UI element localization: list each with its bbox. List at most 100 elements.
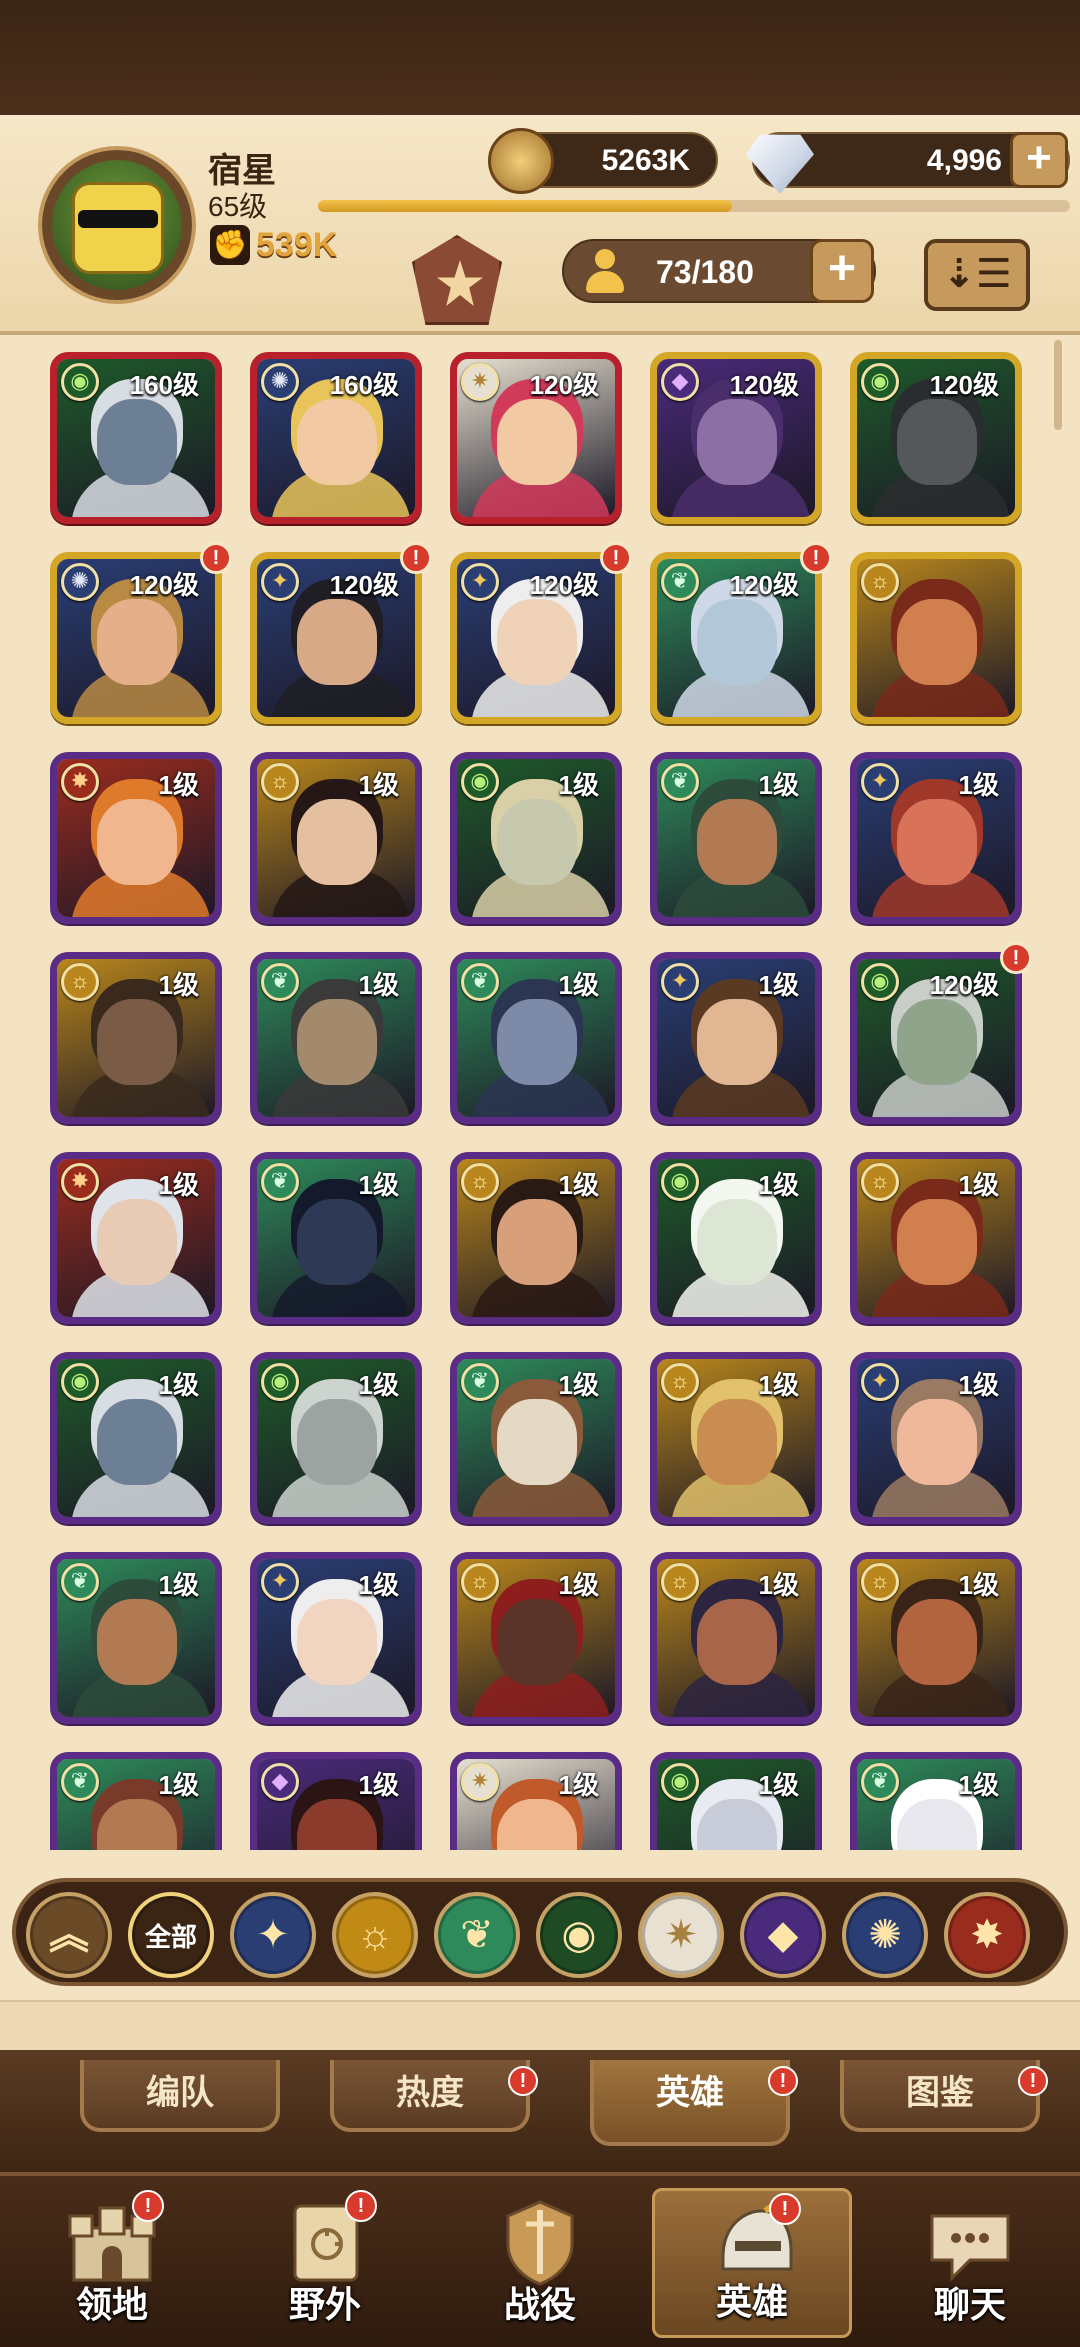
nav-item-3[interactable]: 英雄! — [652, 2188, 852, 2338]
filter-collapse-icon: ︽ — [49, 1913, 89, 1957]
hero-card[interactable]: ✷ 1级 — [450, 1752, 622, 1850]
hero-card[interactable]: ◉ 120级! — [850, 942, 1032, 1124]
hero-card[interactable]: ❦ 1级 — [250, 952, 422, 1124]
hero-card[interactable]: ◆ 120级 — [650, 352, 822, 524]
faction-sun-icon: ☼ — [661, 1363, 699, 1401]
hero-card[interactable]: ✦ 120级! — [450, 542, 632, 724]
hero-level: 1级 — [358, 970, 399, 1000]
tab-label: 图鉴 — [906, 2074, 974, 2112]
tab-1[interactable]: 热度! — [330, 2060, 538, 2132]
filter-all-button[interactable]: 全部 — [128, 1892, 214, 1978]
faction-leaf-icon: ❦ — [661, 563, 699, 601]
filter-light-button[interactable]: ✷ — [638, 1892, 724, 1978]
hero-portrait-frame: ◉ 1级 — [250, 1352, 422, 1524]
hero-portrait-frame: ☼ 1级 — [450, 1552, 622, 1724]
hero-card[interactable]: ◉ 1级 — [250, 1352, 422, 1524]
filter-star-button[interactable]: ✦ — [230, 1892, 316, 1978]
hero-card[interactable]: ❦ 1级 — [250, 1152, 422, 1324]
hero-portrait-frame: ☼ 1级 — [850, 1552, 1022, 1724]
hero-card[interactable]: ✦ 1级 — [650, 952, 822, 1124]
faction-star-icon: ✦ — [261, 1563, 299, 1601]
diamond-icon — [746, 134, 814, 194]
hero-card[interactable]: ☼ 1级 — [850, 1152, 1022, 1324]
faction-sun-icon: ☼ — [861, 1563, 899, 1601]
hero-card[interactable]: ◉ 120级 — [850, 352, 1022, 524]
filter-sun-icon: ☼ — [356, 1913, 394, 1957]
hero-card[interactable]: ❦ 1级 — [50, 1552, 222, 1724]
hero-card[interactable]: ☼ — [850, 552, 1022, 724]
hero-card[interactable]: ◉ 1级 — [50, 1352, 222, 1524]
faction-forest-icon: ◉ — [661, 1163, 699, 1201]
hero-card[interactable]: ✷ 120级 — [450, 352, 622, 524]
faction-sun-icon: ☼ — [261, 763, 299, 801]
hero-card[interactable]: ☼ 1级 — [450, 1552, 622, 1724]
hero-portrait-frame: ❦ 1级 — [450, 952, 622, 1124]
hero-portrait-frame: ✦ 1级 — [850, 1352, 1022, 1524]
alert-badge: ! — [800, 542, 832, 574]
hero-card[interactable]: ☼ 1级 — [650, 1552, 822, 1724]
hero-card[interactable]: ❦ 120级! — [650, 542, 832, 724]
add-gems-button[interactable]: + — [1010, 132, 1068, 188]
hero-card[interactable]: ✦ 120级! — [250, 542, 432, 724]
alert-badge: ! — [400, 542, 432, 574]
alert-badge: ! — [345, 2190, 377, 2222]
hero-level: 1级 — [758, 970, 799, 1000]
hero-level: 120级 — [329, 570, 399, 600]
hero-card[interactable]: ❦ 1级 — [450, 1352, 622, 1524]
hero-level: 1级 — [558, 970, 599, 1000]
xp-bar-fill — [318, 200, 732, 212]
hero-portrait-frame: ❦ 1级 — [250, 1152, 422, 1324]
hero-card[interactable]: ☼ 1级 — [50, 952, 222, 1124]
hero-card[interactable]: ✦ 1级 — [850, 1352, 1022, 1524]
hero-card[interactable]: ✦ 1级 — [250, 1552, 422, 1724]
bottom-navigation: 领地! 野外! 战役 英雄! 聊天 — [0, 2172, 1080, 2347]
filter-ring-button[interactable]: ✺ — [842, 1892, 928, 1978]
faction-forest-icon: ◉ — [61, 363, 99, 401]
hero-card[interactable]: ☼ 1级 — [250, 752, 422, 924]
hero-card[interactable]: ☼ 1级 — [650, 1352, 822, 1524]
filter-forest-button[interactable]: ◉ — [536, 1892, 622, 1978]
hero-level: 1级 — [558, 1370, 599, 1400]
hero-card[interactable]: ❦ 1级 — [50, 1752, 222, 1850]
hero-card[interactable]: ◉ 1级 — [650, 1152, 822, 1324]
hero-level: 120级 — [729, 370, 799, 400]
filter-forest-icon: ◉ — [561, 1913, 597, 1957]
nav-item-4[interactable]: 聊天 — [870, 2188, 1070, 2338]
hero-card[interactable]: ✦ 1级 — [850, 752, 1022, 924]
hero-card[interactable]: ☼ 1级 — [450, 1152, 622, 1324]
hero-card[interactable]: ✺ 120级! — [50, 542, 232, 724]
gem-counter[interactable]: 4,996 + — [746, 132, 1070, 194]
faction-star-icon: ✦ — [261, 563, 299, 601]
hero-card[interactable]: ✺ 160级 — [250, 352, 422, 524]
hero-card[interactable]: ◉ 1级 — [450, 752, 622, 924]
hero-card[interactable]: ✸ 1级 — [50, 1152, 222, 1324]
hero-grid-scrollbar[interactable] — [1054, 340, 1062, 430]
filter-sun-button[interactable]: ☼ — [332, 1892, 418, 1978]
filter-leaf-button[interactable]: ❦ — [434, 1892, 520, 1978]
player-avatar[interactable] — [42, 150, 192, 300]
status-bar-area — [0, 0, 1080, 115]
nav-item-2[interactable]: 战役 — [440, 2188, 640, 2338]
gold-value: 5263K — [601, 144, 690, 177]
nav-item-1[interactable]: 野外! — [225, 2188, 425, 2338]
hero-card[interactable]: ❦ 1级 — [850, 1752, 1022, 1850]
filter-fire-button[interactable]: ✸ — [944, 1892, 1030, 1978]
hero-card[interactable]: ☼ 1级 — [850, 1552, 1022, 1724]
nav-item-0[interactable]: 领地! — [12, 2188, 212, 2338]
team-emblem-icon[interactable] — [412, 235, 502, 325]
filter-dark-button[interactable]: ◆ — [740, 1892, 826, 1978]
gold-counter[interactable]: 5263K — [488, 128, 718, 194]
filter-collapse-button[interactable]: ︽ — [26, 1892, 112, 1978]
hero-card[interactable]: ❦ 1级 — [650, 752, 822, 924]
hero-card[interactable]: ❦ 1级 — [450, 952, 622, 1124]
tab-2[interactable]: 英雄! — [590, 2060, 798, 2146]
hero-card[interactable]: ✸ 1级 — [50, 752, 222, 924]
faction-forest-icon: ◉ — [861, 363, 899, 401]
hero-card[interactable]: ◉ 160级 — [50, 352, 222, 524]
tab-3[interactable]: 图鉴! — [840, 2060, 1048, 2132]
expand-roster-button[interactable]: + — [810, 239, 874, 303]
hero-card[interactable]: ◆ 1级 — [250, 1752, 422, 1850]
hero-card[interactable]: ◉ 1级 — [650, 1752, 822, 1850]
tab-0[interactable]: 编队 — [80, 2060, 280, 2132]
sort-button[interactable]: ⇣☰ — [924, 239, 1030, 311]
